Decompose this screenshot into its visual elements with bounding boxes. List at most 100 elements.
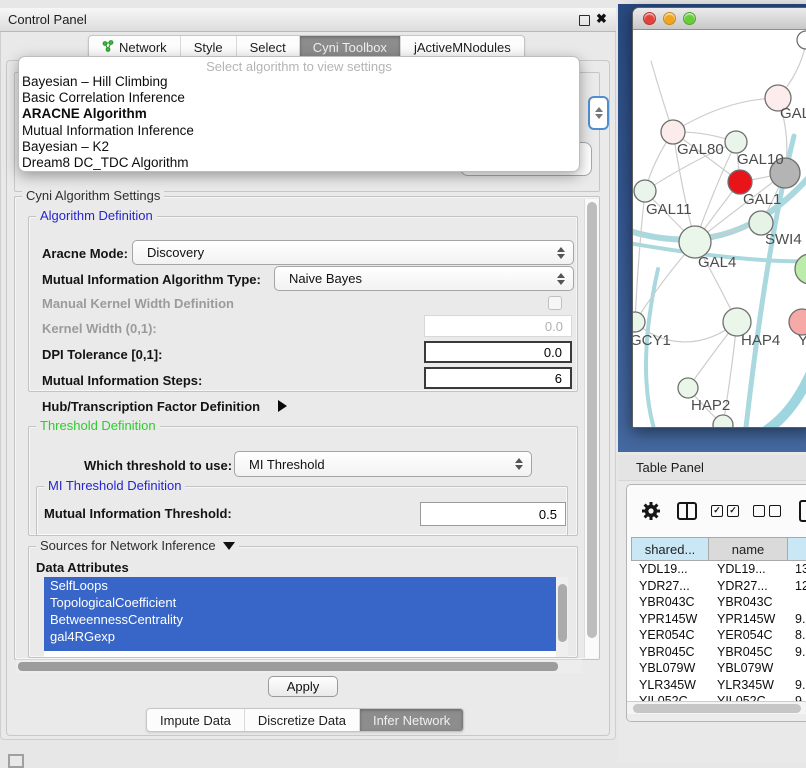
table-row[interactable]: YLR345WYLR345W9. [631, 677, 806, 694]
settings-hscroll-thumb[interactable] [18, 662, 558, 671]
kernel-width-label: Kernel Width (0,1): [42, 321, 157, 336]
network-graph[interactable]: GAL7GAL80GAL10GAL1GAL11SWI4GAL4GCY1HAP4Y… [633, 30, 806, 428]
settings-vscroll-thumb[interactable] [587, 202, 597, 638]
network-node[interactable] [797, 31, 806, 49]
spinner-up-icon [595, 107, 603, 112]
combo-arrows-icon [557, 273, 565, 285]
tab-infer-network[interactable]: Infer Network [359, 709, 463, 731]
focused-combo-button-fragment[interactable] [588, 96, 609, 130]
node-label-hap4: HAP4 [741, 332, 780, 349]
aracne-mode-select[interactable]: Discovery [132, 240, 574, 265]
table-cell: YBR045C [709, 645, 789, 659]
network-edge[interactable] [673, 98, 778, 132]
dropdown-item-bayesian-k2[interactable]: Bayesian – K2 [19, 139, 579, 155]
bottom-tab-bar: Impute Data Discretize Data Infer Network [146, 708, 464, 732]
tab-label: Network [119, 40, 167, 55]
table-panel: Table Panel ✓✓ shared...name [618, 452, 806, 762]
hub-definition-label[interactable]: Hub/Transcription Factor Definition [42, 399, 260, 414]
apply-button[interactable]: Apply [268, 676, 338, 697]
network-edge[interactable] [731, 353, 806, 428]
data-attributes-list: SelfLoopsTopologicalCoefficientBetweenne… [44, 577, 556, 651]
table-row[interactable]: YDR27...YDR27...12 [631, 578, 806, 595]
network-edge[interactable] [635, 191, 645, 322]
node-label-gal11: GAL11 [646, 201, 692, 218]
attribute-item-selfloops[interactable]: SelfLoops [44, 577, 556, 594]
node-label-gal4: GAL4 [698, 254, 736, 271]
close-icon[interactable]: ✖ [596, 11, 607, 27]
settings-vertical-scrollbar[interactable] [584, 199, 598, 658]
table-cell: 8. [789, 628, 806, 642]
combo-arrows-icon [557, 247, 565, 259]
dpi-tolerance-label: DPI Tolerance [0,1]: [42, 347, 162, 362]
network-node-hap2[interactable] [678, 378, 698, 398]
attribute-item-betweennesscentrality[interactable]: BetweennessCentrality [44, 611, 556, 628]
table-row[interactable]: YBL079WYBL079W [631, 660, 806, 677]
mi-type-select[interactable]: Naive Bayes [274, 266, 574, 291]
column-header-cut[interactable] [787, 537, 806, 561]
network-canvas[interactable]: GAL7GAL80GAL10GAL1GAL11SWI4GAL4GCY1HAP4Y… [633, 30, 806, 428]
show-columns-icon[interactable]: ✓✓ [711, 505, 739, 517]
attributes-scrollbar-thumb[interactable] [558, 584, 567, 642]
dropdown-item-bayesian-hill-climbing[interactable]: Bayesian – Hill Climbing [19, 74, 579, 90]
table-row[interactable]: YDL19...YDL19...13 [631, 561, 806, 578]
mi-threshold-field[interactable]: 0.5 [420, 502, 566, 526]
dropdown-item-mutual-information-inference[interactable]: Mutual Information Inference [19, 123, 579, 139]
column-header-shared[interactable]: shared... [631, 537, 709, 561]
tab-impute-data[interactable]: Impute Data [147, 709, 244, 731]
table-cell: YPR145W [709, 612, 789, 626]
network-node[interactable] [713, 415, 733, 428]
settings-horizontal-scrollbar[interactable] [16, 659, 582, 673]
kernel-width-field[interactable]: 0.0 [424, 315, 572, 337]
dropdown-item-basic-correlation-inference[interactable]: Basic Correlation Inference [19, 90, 579, 106]
table-cell: YDR27... [709, 579, 789, 593]
table-row[interactable]: YPR145WYPR145W9. [631, 611, 806, 628]
hide-columns-icon[interactable] [753, 505, 781, 517]
table-cell: 13 [789, 562, 806, 576]
zoom-window-icon[interactable] [683, 12, 696, 25]
mi-steps-value: 6 [555, 371, 562, 386]
network-node-gal10[interactable] [725, 131, 747, 153]
table-row[interactable]: YBR045CYBR045C9. [631, 644, 806, 661]
which-threshold-select[interactable]: MI Threshold [234, 451, 532, 477]
table-cell: 9 [789, 694, 806, 701]
table-cell: YER054C [709, 628, 789, 642]
dpi-tolerance-field[interactable]: 0.0 [424, 341, 572, 363]
algorithm-definition-legend: Algorithm Definition [36, 208, 157, 223]
attributes-scrollbar[interactable] [556, 577, 568, 657]
expand-arrow-icon[interactable] [278, 400, 287, 412]
minimized-panel-icon[interactable] [8, 754, 24, 768]
table-row[interactable]: YIL052CYIL052C9 [631, 693, 806, 701]
close-window-icon[interactable] [643, 12, 656, 25]
tab-discretize-data[interactable]: Discretize Data [244, 709, 359, 731]
table-hscroll-thumb[interactable] [633, 704, 801, 713]
table-row[interactable]: YER054CYER054C8. [631, 627, 806, 644]
tab-label: Discretize Data [258, 713, 346, 728]
table-cell: YBR043C [631, 595, 709, 609]
mi-steps-field[interactable]: 6 [424, 367, 572, 389]
network-node-gal11[interactable] [634, 180, 656, 202]
table-cell: YDL19... [631, 562, 709, 576]
table-cell: YPR145W [631, 612, 709, 626]
dropdown-item-dream8-dc-tdc-algorithm[interactable]: Dream8 DC_TDC Algorithm [19, 155, 579, 171]
table-horizontal-scrollbar[interactable] [627, 701, 806, 714]
float-window-icon[interactable] [579, 15, 590, 26]
dropdown-item-aracne-algorithm[interactable]: ARACNE Algorithm [19, 106, 579, 122]
tab-label: Cyni Toolbox [313, 40, 387, 55]
table-cell: YIL052C [631, 694, 709, 701]
export-table-icon[interactable] [799, 500, 806, 522]
column-header-name[interactable]: name [708, 537, 788, 561]
node-label-gal1: GAL1 [743, 191, 781, 208]
network-node[interactable] [795, 254, 806, 284]
manual-kernel-checkbox[interactable] [548, 296, 562, 310]
mi-threshold-label: Mutual Information Threshold: [44, 506, 232, 521]
threshold-definition-legend: Threshold Definition [36, 418, 160, 433]
spinner-down-icon [595, 114, 603, 119]
node-label-hap2: HAP2 [691, 397, 730, 414]
column-view-icon[interactable] [677, 502, 697, 520]
attribute-item-topologicalcoefficient[interactable]: TopologicalCoefficient [44, 594, 556, 611]
table-row[interactable]: YBR043CYBR043C [631, 594, 806, 611]
attribute-item-gal4rgexp[interactable]: gal4RGexp [44, 628, 556, 645]
minimize-window-icon[interactable] [663, 12, 676, 25]
sources-legend[interactable]: Sources for Network Inference [36, 538, 239, 553]
gear-icon[interactable] [641, 501, 661, 524]
